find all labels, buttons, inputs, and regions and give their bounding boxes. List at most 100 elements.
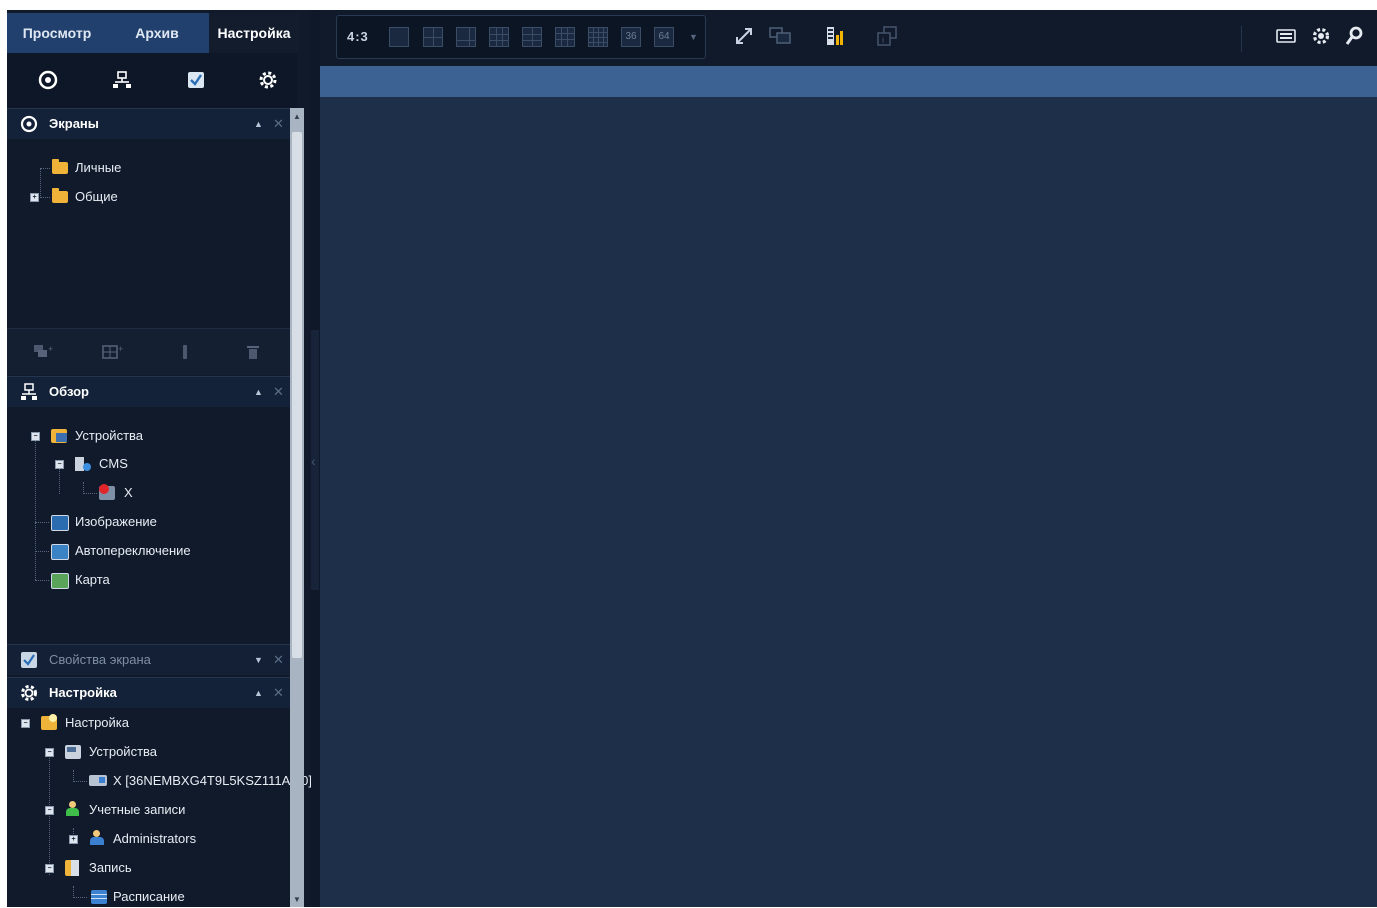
delete-icon[interactable] — [173, 341, 197, 363]
devices-folder-icon — [51, 429, 67, 443]
tree-item-device-x[interactable]: X [36NEMBXG4T9L5KSZ111A:80] — [7, 770, 312, 792]
layout-10-button[interactable] — [522, 27, 542, 47]
schedule-icon — [91, 890, 107, 904]
tree-item-personal[interactable]: Личные — [7, 157, 290, 179]
tree-item-camera-x[interactable]: X — [7, 482, 290, 504]
tree-connector — [83, 493, 97, 494]
tree-item-cms[interactable]: − CMS — [7, 453, 290, 475]
toolbar-separator — [1241, 26, 1242, 52]
svg-text:+: + — [48, 344, 53, 354]
aspect-ratio-button[interactable]: 4:3 — [347, 16, 369, 58]
settings-panel-header[interactable]: Настройка ▲ ✕ — [7, 677, 290, 708]
close-icon[interactable]: ✕ — [273, 377, 284, 407]
record-icon — [65, 860, 79, 876]
expand-icon[interactable]: + — [30, 193, 39, 202]
stream-bars-icon[interactable] — [822, 24, 846, 48]
layout-4-button[interactable] — [423, 27, 443, 47]
close-icon[interactable]: ✕ — [273, 678, 284, 708]
image-icon — [51, 515, 69, 531]
active-view-strip[interactable] — [320, 66, 1377, 97]
collapse-sidebar-icon[interactable]: ‹ — [311, 453, 316, 469]
scroll-down-icon[interactable]: ▼ — [290, 893, 304, 907]
search-icon[interactable] — [1343, 24, 1365, 48]
screens-panel-header[interactable]: Экраны ▲ ✕ — [7, 108, 290, 139]
overview-panel-header[interactable]: Обзор ▲ ✕ — [7, 376, 290, 407]
screen-switch-icon[interactable] — [768, 24, 792, 48]
tab-view[interactable]: Просмотр — [7, 13, 107, 53]
settings-folder-icon — [41, 714, 57, 730]
add-screen-icon[interactable]: + — [31, 341, 55, 363]
collapse-arrow-icon[interactable]: ▲ — [254, 678, 263, 708]
video-view-area[interactable] — [320, 97, 1377, 907]
layout-13-button[interactable] — [555, 27, 575, 47]
tree-item-label: Личные — [75, 160, 122, 175]
offline-camera-icon — [99, 484, 115, 500]
tree-item-label: X [36NEMBXG4T9L5KSZ111A:80] — [113, 773, 312, 788]
collapse-icon[interactable]: − — [55, 460, 64, 469]
tree-connector — [73, 781, 87, 782]
collapse-icon[interactable]: − — [45, 864, 54, 873]
collapse-icon[interactable]: − — [21, 719, 30, 728]
screens-icon[interactable] — [33, 65, 63, 95]
settings-gear-icon[interactable] — [253, 65, 283, 95]
tree-item-schedule[interactable]: Расписание — [7, 886, 290, 908]
tree-connector — [35, 522, 49, 523]
layout-36-button[interactable]: 36 — [621, 27, 641, 47]
autoswitch-icon — [51, 544, 69, 560]
tree-item-recording[interactable]: − Запись — [7, 857, 290, 879]
tab-archive[interactable]: Архив — [107, 13, 207, 53]
devices-icon[interactable] — [107, 65, 137, 95]
layout-dropdown-icon[interactable]: ▼ — [689, 16, 698, 58]
expand-arrow-icon[interactable]: ▼ — [254, 645, 263, 675]
svg-text:i: i — [882, 35, 884, 45]
close-icon[interactable]: ✕ — [273, 109, 284, 139]
collapse-arrow-icon[interactable]: ▲ — [254, 109, 263, 139]
tree-item-label: Устройства — [89, 744, 158, 759]
cms-server-icon — [75, 457, 91, 471]
folder-icon — [52, 159, 68, 174]
keyboard-icon[interactable] — [1275, 24, 1297, 48]
tree-item-devices[interactable]: − Устройства — [7, 425, 290, 447]
tab-settings[interactable]: Настройка — [209, 13, 299, 53]
screens-toolbar: + + — [7, 328, 290, 375]
tree-item-accounts[interactable]: − Учетные записи — [7, 799, 290, 821]
top-toolbar: 4:3 36 64 ▼ i — [320, 10, 1377, 66]
close-icon[interactable]: ✕ — [273, 645, 284, 675]
collapse-icon[interactable]: − — [45, 806, 54, 815]
expand-icon[interactable]: + — [69, 835, 78, 844]
overview-panel-title: Обзор — [49, 384, 89, 399]
collapse-icon[interactable]: − — [31, 432, 40, 441]
layout-64-button[interactable]: 64 — [654, 27, 674, 47]
devices-icon — [65, 745, 81, 759]
layout-1-button[interactable] — [389, 27, 409, 47]
panel-splitter[interactable]: ‹ — [311, 10, 320, 907]
layout-6-button[interactable] — [456, 27, 476, 47]
tree-connector — [40, 197, 50, 198]
tree-item-settings-devices[interactable]: − Устройства — [7, 741, 290, 763]
settings-panel-title: Настройка — [49, 685, 117, 700]
tree-item-shared[interactable]: + Общие — [7, 186, 290, 208]
screen-properties-icon[interactable] — [181, 65, 211, 95]
scroll-up-icon[interactable]: ▲ — [290, 110, 304, 124]
fullscreen-icon[interactable] — [732, 24, 756, 48]
trash-icon[interactable] — [241, 341, 265, 363]
scroll-thumb[interactable] — [292, 132, 302, 658]
layout-16-button[interactable] — [588, 27, 608, 47]
tree-item-map[interactable]: Карта — [7, 569, 290, 591]
layout-9-button[interactable] — [489, 27, 509, 47]
tree-item-image[interactable]: Изображение — [7, 511, 290, 533]
map-icon — [51, 573, 69, 589]
tree-item-label: CMS — [99, 456, 128, 471]
screen-properties-panel-header[interactable]: Свойства экрана ▼ ✕ — [7, 644, 290, 675]
gear-icon[interactable] — [1310, 24, 1332, 48]
collapse-arrow-icon[interactable]: ▲ — [254, 377, 263, 407]
tree-item-administrators[interactable]: + Administrators — [7, 828, 290, 850]
tree-item-autoswitch[interactable]: Автопереключение — [7, 540, 290, 562]
tree-item-settings-root[interactable]: − Настройка — [7, 712, 290, 734]
collapse-icon[interactable]: − — [45, 748, 54, 757]
tree-item-label: Устройства — [75, 428, 144, 443]
sidebar-scrollbar[interactable]: ▲ ▼ — [290, 108, 304, 907]
add-grid-icon[interactable]: + — [101, 341, 125, 363]
info-window-icon[interactable]: i — [875, 24, 899, 48]
tree-item-label: Изображение — [75, 514, 157, 529]
